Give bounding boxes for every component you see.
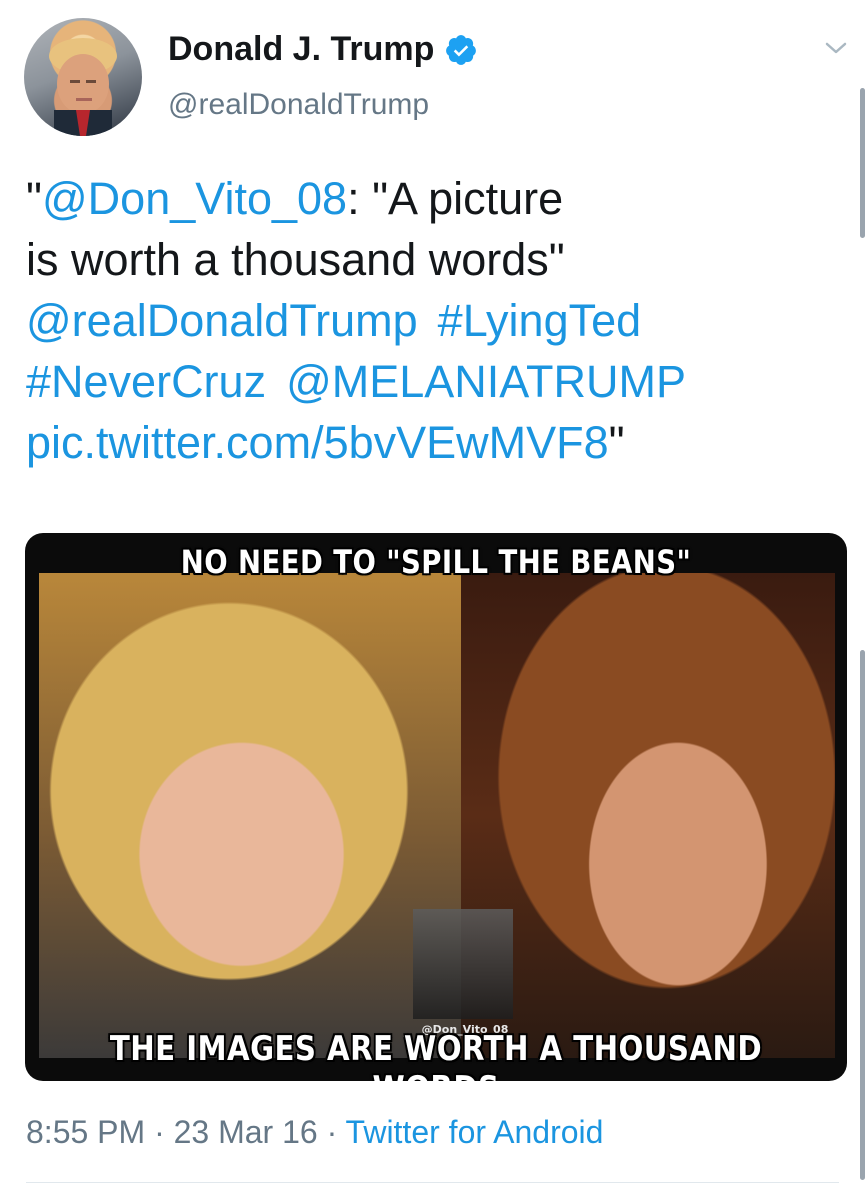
scrollbar-top[interactable] (860, 88, 865, 238)
quote-close: " (608, 417, 625, 468)
tweet-line-1: "@Don_Vito_08: "A picture (26, 168, 816, 229)
meme-caption-bottom: THE IMAGES ARE WORTH A THOUSAND WORDS (109, 1029, 763, 1081)
tweet-line-5: pic.twitter.com/5bvVEwMVF8" (26, 412, 816, 473)
author-avatar[interactable] (24, 18, 142, 136)
tweet-source[interactable]: Twitter for Android (346, 1114, 604, 1150)
tweet-line-3: @realDonaldTrump #LyingTed (26, 290, 816, 351)
tweet-line-4: #NeverCruz @MELANIATRUMP (26, 351, 816, 412)
scrollbar-bottom[interactable] (860, 650, 865, 1180)
meta-separator: · (326, 1114, 338, 1150)
meme-caption-top: NO NEED TO "SPILL THE BEANS" (180, 543, 692, 581)
hashtag-nevercruz[interactable]: #NeverCruz (26, 356, 266, 407)
author-display-name[interactable]: Donald J. Trump (168, 30, 434, 69)
verified-badge-icon (444, 33, 478, 67)
tweet-text: "@Don_Vito_08: "A picture is worth a tho… (26, 168, 816, 473)
quote-open: " (26, 173, 42, 224)
meta-separator: · (154, 1114, 165, 1150)
mention-melaniatrump[interactable]: @MELANIATRUMP (286, 356, 686, 407)
photo-right-portrait (461, 573, 835, 1058)
tweet-date[interactable]: 23 Mar 16 (174, 1114, 318, 1150)
divider (26, 1182, 839, 1183)
tweet-text-segment-1: : "A picture (347, 173, 564, 224)
tweet-media-image[interactable]: @Don_Vito_08 NO NEED TO "SPILL THE BEANS… (25, 533, 847, 1081)
chevron-down-icon[interactable] (821, 38, 851, 58)
tweet-card: Donald J. Trump @realDonaldTrump "@Don_V… (0, 0, 865, 1200)
tweet-time[interactable]: 8:55 PM (26, 1114, 145, 1150)
mention-don-vito[interactable]: @Don_Vito_08 (42, 173, 347, 224)
tweet-meta: 8:55 PM · 23 Mar 16 · Twitter for Androi… (26, 1114, 603, 1151)
pic-link[interactable]: pic.twitter.com/5bvVEwMVF8 (26, 417, 609, 468)
tweet-text-segment-2: is worth a thousand words" (26, 234, 565, 285)
hashtag-lyingted[interactable]: #LyingTed (438, 295, 642, 346)
photo-left-portrait (39, 573, 461, 1058)
tweet-line-2: is worth a thousand words" (26, 229, 816, 290)
author-name-row: Donald J. Trump (168, 30, 478, 69)
mention-realdonaldtrump[interactable]: @realDonaldTrump (26, 295, 418, 346)
watermark-logo (413, 909, 513, 1019)
author-handle[interactable]: @realDonaldTrump (168, 88, 429, 122)
